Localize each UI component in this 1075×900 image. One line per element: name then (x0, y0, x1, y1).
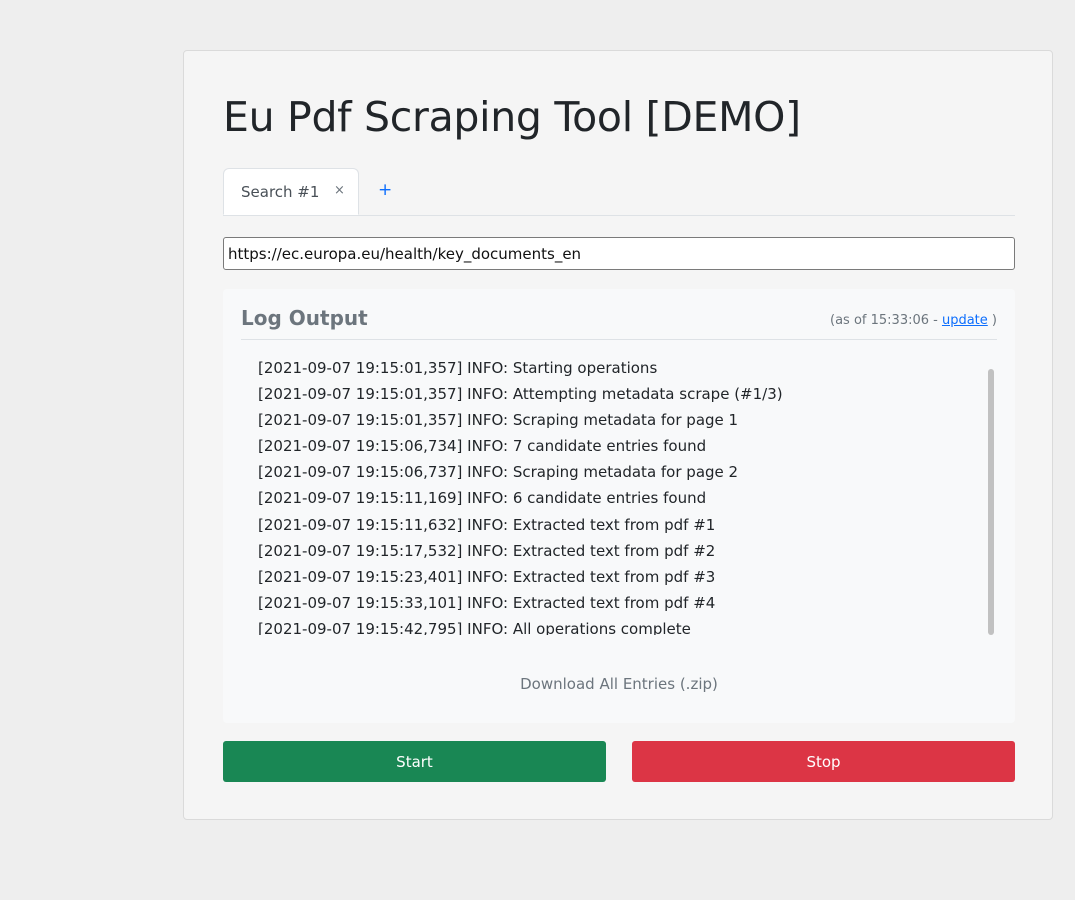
log-title: Log Output (241, 306, 368, 330)
tab-bar: Search #1 × + (223, 168, 1015, 216)
page-title: Eu Pdf Scraping Tool [DEMO] (223, 93, 801, 141)
stop-button[interactable]: Stop (632, 741, 1015, 782)
update-link[interactable]: update (942, 313, 988, 328)
tab-close-icon[interactable]: × (334, 183, 345, 198)
log-timestamp-prefix: (as of 15:33:06 - (830, 313, 942, 328)
log-line: [2021-09-07 19:15:23,401] INFO: Extracte… (258, 567, 716, 586)
add-tab-button[interactable]: + (378, 180, 392, 200)
log-panel: Log Output (as of 15:33:06 - update ) [2… (223, 289, 1015, 723)
log-line: [2021-09-07 19:15:11,169] INFO: 6 candid… (258, 489, 707, 508)
download-all-button[interactable]: Download All Entries (.zip) (223, 675, 1015, 693)
start-button[interactable]: Start (223, 741, 606, 782)
log-scrollbar[interactable] (987, 369, 995, 637)
url-input[interactable] (223, 237, 1015, 270)
tab-search-1[interactable]: Search #1 × (223, 168, 359, 215)
log-line: [2021-09-07 19:15:01,357] INFO: Attempti… (258, 385, 783, 404)
log-scrollbar-thumb[interactable] (988, 369, 994, 635)
log-line: [2021-09-07 19:15:33,101] INFO: Extracte… (258, 593, 716, 612)
log-timestamp: (as of 15:33:06 - update ) (830, 313, 997, 328)
log-timestamp-suffix: ) (987, 313, 997, 328)
log-line: [2021-09-07 19:15:01,357] INFO: Scraping… (258, 411, 739, 430)
log-divider (241, 339, 997, 340)
main-card: Eu Pdf Scraping Tool [DEMO] Search #1 × … (183, 50, 1053, 820)
log-list[interactable]: [2021-09-07 19:15:01,357] INFO: Starting… (258, 355, 973, 635)
log-line: [2021-09-07 19:15:06,734] INFO: 7 candid… (258, 437, 707, 456)
log-line: [2021-09-07 19:15:17,532] INFO: Extracte… (258, 541, 716, 560)
log-line: [2021-09-07 19:15:42,795] INFO: All oper… (258, 619, 691, 635)
tab-label: Search #1 (241, 183, 320, 201)
log-line: [2021-09-07 19:15:01,357] INFO: Starting… (258, 359, 658, 377)
log-line: [2021-09-07 19:15:11,632] INFO: Extracte… (258, 515, 716, 534)
log-line: [2021-09-07 19:15:06,737] INFO: Scraping… (258, 463, 739, 482)
